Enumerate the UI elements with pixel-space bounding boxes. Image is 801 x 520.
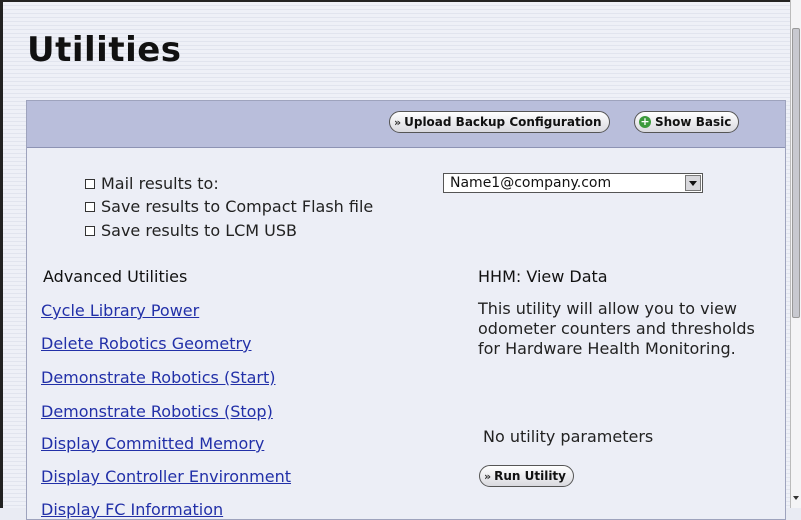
link-demonstrate-robotics-start[interactable]: Demonstrate Robotics (Start) [41,368,276,387]
scroll-down-arrow-icon[interactable] [793,496,799,500]
utilities-panel: » Upload Backup Configuration + Show Bas… [26,100,786,520]
double-chevron-right-icon: » [394,115,402,129]
no-params-text: No utility parameters [483,427,654,446]
link-cycle-library-power[interactable]: Cycle Library Power [41,301,199,320]
lcm-usb-option[interactable]: Save results to LCM USB [85,221,297,240]
vertical-scrollbar[interactable] [790,0,801,508]
show-basic-button[interactable]: + Show Basic [634,111,740,133]
link-display-fc-information[interactable]: Display FC Information [41,500,223,519]
page-background: Utilities » Upload Backup Configuration … [0,0,790,520]
mail-results-label: Mail results to: [101,174,219,193]
checkbox-icon[interactable] [85,225,95,236]
checkbox-icon[interactable] [85,178,95,189]
lcm-usb-label: Save results to LCM USB [101,221,298,240]
scrollbar-thumb[interactable] [792,28,800,318]
utility-description: This utility will allow you to view odom… [478,299,755,358]
panel-header: » Upload Backup Configuration + Show Bas… [27,101,785,148]
plus-circle-icon: + [639,115,651,128]
run-utility-button[interactable]: » Run Utility [479,465,574,487]
email-selected-value: Name1@company.com [450,175,612,191]
upload-backup-label: Upload Backup Configuration [404,115,602,129]
chevron-down-icon[interactable] [685,175,701,191]
utility-detail-heading: HHM: View Data [478,267,608,286]
show-basic-label: Show Basic [655,115,732,129]
advanced-utilities-heading: Advanced Utilities [43,267,188,286]
upload-backup-configuration-button[interactable]: » Upload Backup Configuration [389,111,610,133]
run-utility-label: Run Utility [494,469,566,483]
checkbox-icon[interactable] [85,201,95,212]
page-title: Utilities [27,30,182,70]
link-delete-robotics-geometry[interactable]: Delete Robotics Geometry [41,334,252,353]
mail-results-option[interactable]: Mail results to: [85,174,219,193]
double-chevron-right-icon: » [484,469,492,483]
link-demonstrate-robotics-stop[interactable]: Demonstrate Robotics (Stop) [41,402,273,421]
link-display-controller-environment[interactable]: Display Controller Environment [41,467,291,486]
email-select[interactable]: Name1@company.com [443,173,703,193]
compact-flash-label: Save results to Compact Flash file [101,197,374,216]
link-display-committed-memory[interactable]: Display Committed Memory [41,434,264,453]
compact-flash-option[interactable]: Save results to Compact Flash file [85,197,373,216]
